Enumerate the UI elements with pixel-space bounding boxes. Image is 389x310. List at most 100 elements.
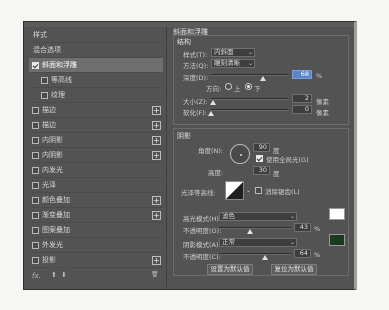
style-checkbox[interactable] <box>32 242 39 249</box>
style-label: 样式(T): <box>183 51 208 59</box>
style-list-item[interactable]: 投影 + <box>29 253 163 268</box>
style-list-panel: 样式 混合选项 斜面和浮雕 等高线 纹理 描边 + 描边 + 内阴影 + 内阴影 + 内发光 光泽 颜色叠加 +… <box>29 28 163 286</box>
move-down-icon[interactable]: ⬇ <box>61 271 67 279</box>
reset-default-button[interactable]: 复位为默认值 <box>271 264 317 275</box>
depth-input[interactable]: 68 <box>292 70 312 79</box>
style-item-label: 图案叠加 <box>42 226 70 234</box>
highlight-mode-select[interactable]: 滤色 ⌄ <box>219 212 297 221</box>
fx-icon[interactable]: fx. <box>32 272 41 280</box>
style-list-item[interactable]: 渐变叠加 + <box>29 208 163 223</box>
chevron-down-icon: ⌄ <box>289 239 295 246</box>
altitude-input[interactable]: 30 <box>253 166 270 175</box>
highlight-opacity-thumb[interactable] <box>246 229 253 234</box>
style-item-label: 等高线 <box>51 76 72 84</box>
highlight-opacity-slider[interactable] <box>219 227 291 234</box>
shadow-color-swatch[interactable] <box>329 234 345 246</box>
style-list-item[interactable]: 等高线 <box>29 73 163 88</box>
angle-dial[interactable] <box>230 144 250 164</box>
style-list-item[interactable]: 描边 + <box>29 103 163 118</box>
style-list-item[interactable]: 光泽 <box>29 178 163 193</box>
add-effect-icon[interactable]: + <box>152 136 161 145</box>
shading-title: 阴影 <box>177 132 191 140</box>
shadow-opacity-label: 不透明度(C): <box>183 253 221 261</box>
angle-input[interactable]: 90 <box>253 143 270 152</box>
size-slider[interactable] <box>209 98 288 105</box>
style-list-item[interactable]: 样式 <box>29 28 163 43</box>
style-list-item[interactable]: 混合选项 <box>29 43 163 58</box>
style-list-item[interactable]: 图案叠加 <box>29 223 163 238</box>
style-item-label: 内阴影 <box>42 151 63 159</box>
make-default-button[interactable]: 设置为默认值 <box>207 264 253 275</box>
altitude-label: 高度: <box>208 169 224 177</box>
style-list-item[interactable]: 斜面和浮雕 <box>29 58 163 73</box>
style-select-value: 内斜面 <box>214 48 234 56</box>
style-item-label: 斜面和浮雕 <box>42 61 77 69</box>
add-effect-icon[interactable]: + <box>152 121 161 130</box>
add-effect-icon[interactable]: + <box>152 256 161 265</box>
style-checkbox[interactable] <box>32 257 39 264</box>
direction-up-radio[interactable] <box>225 83 232 90</box>
shadow-opacity-slider[interactable] <box>219 253 291 260</box>
style-checkbox[interactable] <box>32 212 39 219</box>
style-select[interactable]: 内斜面 ⌄ <box>211 48 255 57</box>
style-item-label: 渐变叠加 <box>42 211 70 219</box>
style-checkbox[interactable] <box>32 167 39 174</box>
add-effect-icon[interactable]: + <box>152 151 161 160</box>
global-light-checkbox[interactable] <box>256 155 263 162</box>
soften-slider-thumb[interactable] <box>208 111 214 116</box>
style-item-label: 样式 <box>33 31 47 39</box>
style-checkbox[interactable] <box>32 152 39 159</box>
direction-down-radio[interactable] <box>245 83 252 90</box>
technique-select[interactable]: 雕刻清晰 ⌄ <box>211 59 255 68</box>
style-item-label: 内发光 <box>42 166 63 174</box>
style-list-item[interactable]: 内阴影 + <box>29 148 163 163</box>
soften-input[interactable]: 0 <box>292 105 312 114</box>
style-checkbox[interactable] <box>41 92 48 99</box>
layer-style-dialog: 样式 混合选项 斜面和浮雕 等高线 纹理 描边 + 描边 + 内阴影 + 内阴影 + 内发光 光泽 颜色叠加 +… <box>23 21 357 290</box>
highlight-color-swatch[interactable] <box>329 208 345 220</box>
add-effect-icon[interactable]: + <box>152 106 161 115</box>
style-list-toolbar: fx. ⬆ ⬇ 🗑 <box>29 270 163 284</box>
style-list-item[interactable]: 纹理 <box>29 88 163 103</box>
style-checkbox[interactable] <box>32 197 39 204</box>
style-list-item[interactable]: 内阴影 + <box>29 133 163 148</box>
shadow-opacity-input[interactable]: 64 <box>294 249 311 258</box>
move-up-icon[interactable]: ⬆ <box>51 271 57 279</box>
style-checkbox[interactable] <box>32 182 39 189</box>
technique-select-value: 雕刻清晰 <box>214 59 240 67</box>
trash-icon[interactable]: 🗑 <box>151 271 159 278</box>
shadow-opacity-thumb[interactable] <box>262 255 269 260</box>
depth-slider[interactable] <box>211 74 288 81</box>
chevron-down-icon[interactable]: ⌄ <box>246 187 251 194</box>
direction-down-label: 下 <box>254 85 261 93</box>
style-checkbox[interactable] <box>32 122 39 129</box>
style-item-label: 光泽 <box>42 181 56 189</box>
style-checkbox[interactable] <box>32 227 39 234</box>
highlight-opacity-input[interactable]: 43 <box>294 223 311 232</box>
highlight-opacity-label: 不透明度(O): <box>183 227 222 235</box>
style-item-label: 描边 <box>42 106 56 114</box>
style-checkbox[interactable] <box>32 62 39 69</box>
add-effect-icon[interactable]: + <box>152 211 161 220</box>
style-checkbox[interactable] <box>32 137 39 144</box>
shadow-mode-select[interactable]: 正常 ⌄ <box>219 238 297 247</box>
gloss-contour-preview[interactable] <box>225 181 244 200</box>
style-checkbox[interactable] <box>32 107 39 114</box>
add-effect-icon[interactable]: + <box>152 196 161 205</box>
style-item-label: 颜色叠加 <box>42 196 70 204</box>
style-list-item[interactable]: 描边 + <box>29 118 163 133</box>
depth-slider-thumb[interactable] <box>260 76 267 81</box>
contour-curve-icon <box>226 182 243 199</box>
style-list-item[interactable]: 外发光 <box>29 238 163 253</box>
size-label: 大小(Z): <box>183 98 208 106</box>
depth-unit: % <box>316 72 323 80</box>
style-checkbox[interactable] <box>41 77 48 84</box>
size-input[interactable]: 2 <box>292 94 312 103</box>
technique-label: 方法(Q): <box>183 62 209 70</box>
style-list-item[interactable]: 颜色叠加 + <box>29 193 163 208</box>
soften-unit: 像素 <box>316 109 329 117</box>
anti-alias-checkbox[interactable] <box>255 187 262 194</box>
soften-slider[interactable] <box>208 109 288 116</box>
style-list-item[interactable]: 内发光 <box>29 163 163 178</box>
size-slider-thumb[interactable] <box>209 100 216 105</box>
